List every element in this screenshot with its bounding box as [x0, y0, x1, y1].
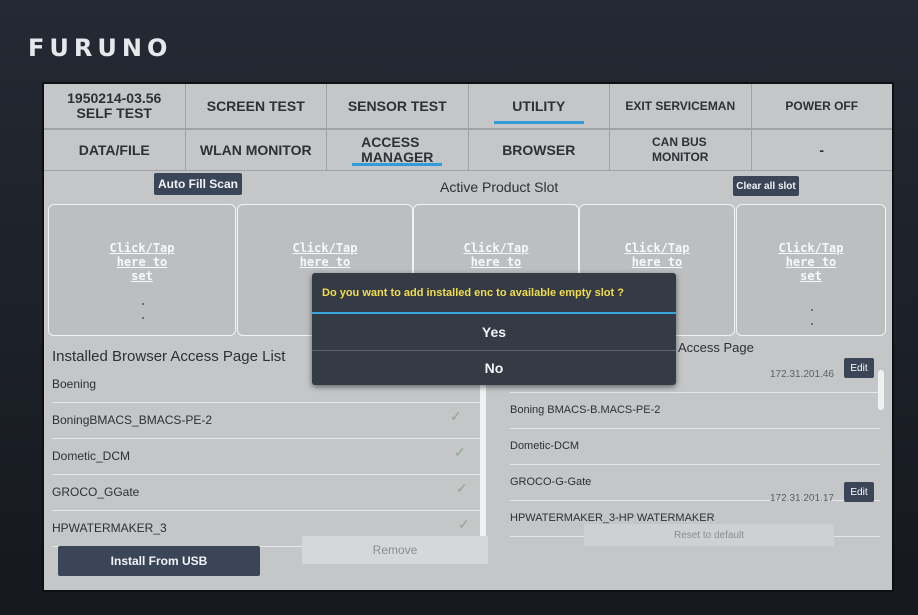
edit-button[interactable]: Edit	[844, 358, 874, 378]
slot-dot	[142, 303, 144, 305]
slot-link[interactable]: Click/Tap here to set	[49, 241, 235, 283]
auto-fill-scan-button[interactable]: Auto Fill Scan	[154, 173, 242, 195]
installed-row-bmacs[interactable]: BoningBMACS_BMACS-PE-2	[52, 402, 480, 439]
tab-power-off[interactable]: POWER OFF	[752, 84, 893, 128]
slot-link[interactable]: Click/Tap here to set	[737, 241, 885, 283]
tab-utility[interactable]: UTILITY	[469, 84, 610, 128]
menu-divider-2	[44, 170, 892, 171]
active-slot-title: Active Product Slot	[440, 179, 559, 195]
tab-can-bus-monitor[interactable]: CAN BUS MONITOR	[610, 130, 752, 170]
screen: 1950214-03.56 SELF TEST SCREEN TEST SENS…	[44, 84, 892, 590]
access-page-title: Access Page	[678, 340, 754, 355]
edit-button[interactable]: Edit	[844, 482, 874, 502]
slot-dot	[811, 323, 813, 325]
tab-wlan-monitor[interactable]: WLAN MONITOR	[186, 130, 327, 170]
install-from-usb-button[interactable]: Install From USB	[58, 546, 260, 576]
tab-sensor-test[interactable]: SENSOR TEST	[327, 84, 469, 128]
tab-browser[interactable]: BROWSER	[469, 130, 610, 170]
installed-list-title: Installed Browser Access Page List	[52, 348, 286, 365]
tab-access-manager[interactable]: ACCESS MANAGER	[327, 130, 469, 170]
access-scrollbar[interactable]	[878, 370, 884, 410]
tab-self-test[interactable]: 1950214-03.56 SELF TEST	[44, 84, 186, 128]
check-icon: ✓	[454, 444, 466, 460]
installed-row-dcm[interactable]: Dometic_DCM	[52, 438, 480, 475]
tab-empty[interactable]: -	[752, 130, 893, 170]
brand-logo: FURUNO	[28, 34, 173, 62]
clear-all-slot-button[interactable]: Clear all slot	[733, 176, 799, 196]
remove-button[interactable]: Remove	[302, 536, 488, 564]
dialog-yes-button[interactable]: Yes	[312, 315, 676, 349]
check-icon: ✓	[456, 480, 468, 496]
menu-row-2: DATA/FILE WLAN MONITOR ACCESS MANAGER BR…	[44, 130, 892, 170]
confirm-dialog: Do you want to add installed enc to avai…	[312, 273, 676, 385]
tab-data-file[interactable]: DATA/FILE	[44, 130, 186, 170]
slot-5[interactable]: Click/Tap here to set	[736, 204, 886, 336]
slot-link[interactable]: Click/Tap here to	[238, 241, 412, 269]
slot-link[interactable]: Click/Tap here to	[580, 241, 734, 269]
menu-row-1: 1950214-03.56 SELF TEST SCREEN TEST SENS…	[44, 84, 892, 128]
reset-to-default-button[interactable]: Reset to default	[584, 524, 834, 546]
access-row-3[interactable]: Dometic-DCM	[510, 428, 880, 465]
dialog-no-button[interactable]: No	[312, 351, 676, 385]
tab-screen-test[interactable]: SCREEN TEST	[186, 84, 327, 128]
slot-dot	[811, 309, 813, 311]
check-icon: ✓	[458, 516, 470, 532]
slot-1[interactable]: Click/Tap here to set	[48, 204, 236, 336]
dialog-message: Do you want to add installed enc to avai…	[322, 287, 624, 299]
slot-dot	[142, 317, 144, 319]
check-icon: ✓	[450, 408, 462, 424]
access-ip: 172.31.201.17	[770, 493, 834, 504]
tab-exit-serviceman[interactable]: EXIT SERVICEMAN	[610, 84, 752, 128]
installed-row-ggate[interactable]: GROCO_GGate	[52, 474, 480, 511]
slot-link[interactable]: Click/Tap here to	[414, 241, 578, 269]
access-row-2[interactable]: Boning BMACS-B.MACS-PE-2	[510, 392, 880, 429]
installed-scrollbar[interactable]	[480, 380, 486, 540]
access-ip: 172.31.201.46	[770, 369, 834, 380]
dialog-accent-line	[312, 312, 676, 314]
